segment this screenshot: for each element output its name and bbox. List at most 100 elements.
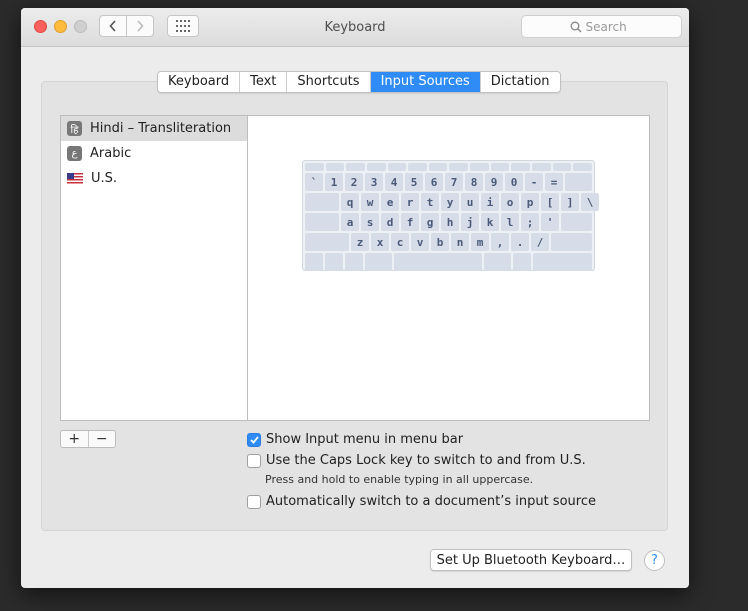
key: r [401,193,419,211]
us-flag-icon [67,173,83,184]
modifier-key-row [305,253,592,271]
show-input-menu-checkbox[interactable] [247,432,261,447]
space-bar [394,253,482,271]
tab-dictation[interactable]: Dictation [481,72,560,92]
preferences-window: Keyboard Keyboard Text Shortcuts Input S… [21,8,689,588]
key: f [401,213,419,231]
key: g [421,213,439,231]
list-item-label: Hindi – Transliteration [90,121,232,136]
key: - [525,173,543,191]
tab-shortcuts[interactable]: Shortcuts [287,72,371,92]
key: n [451,233,469,251]
show-input-menu-option[interactable]: Show Input menu in menu bar [247,432,463,447]
key: 3 [365,173,383,191]
search-icon [570,21,581,32]
key: 5 [405,173,423,191]
right-shift-key [551,233,592,251]
command-key [365,253,392,271]
key: i [481,193,499,211]
key: b [431,233,449,251]
hindi-script-icon: हि [67,121,82,136]
key: k [481,213,499,231]
key: a [341,213,359,231]
key: [ [541,193,559,211]
key: q [341,193,359,211]
key: 2 [345,173,363,191]
number-key-row: ` 1 2 3 4 5 6 7 8 9 0 - = [305,173,592,191]
key: 8 [465,173,483,191]
caps-lock-hint: Press and hold to enable typing in all u… [265,473,534,486]
key: ' [541,213,559,231]
show-input-menu-label: Show Input menu in menu bar [266,432,464,447]
key: ] [561,193,579,211]
list-item[interactable]: U.S. [61,166,247,191]
input-source-list[interactable]: हि Hindi – Transliteration ع Arabic U.S. [60,115,248,421]
auto-switch-label: Automatically switch to a document’s inp… [266,494,596,509]
checkmark-icon [249,435,259,444]
home-letter-row: a s d f g h j k l ; ' [305,213,592,231]
delete-key [565,173,592,191]
title-bar: Keyboard [21,8,689,47]
key: e [381,193,399,211]
help-button[interactable]: ? [644,550,665,571]
caps-lock-checkbox[interactable] [247,453,261,468]
option-key [345,253,363,271]
key: ; [521,213,539,231]
key: 1 [325,173,343,191]
key: 6 [425,173,443,191]
arrow-keys [533,253,592,271]
list-item[interactable]: ع Arabic [61,141,247,166]
caps-lock-option[interactable]: Use the Caps Lock key to switch to and f… [247,453,586,468]
tab-input-sources[interactable]: Input Sources [370,72,481,92]
key: \ [581,193,599,211]
key: 0 [505,173,523,191]
key: 9 [485,173,503,191]
key: o [501,193,519,211]
remove-source-button[interactable]: − [89,431,116,447]
command-key [484,253,511,271]
fn-key [305,253,323,271]
key: 7 [445,173,463,191]
key: 4 [385,173,403,191]
add-source-button[interactable]: + [61,431,89,447]
key: u [461,193,479,211]
arabic-script-icon: ع [67,146,82,161]
key: x [371,233,389,251]
key: j [461,213,479,231]
caps-lock-label: Use the Caps Lock key to switch to and f… [266,453,586,468]
search-field[interactable] [521,15,682,38]
key: t [421,193,439,211]
key: m [471,233,489,251]
key: = [545,173,563,191]
set-up-bluetooth-keyboard-button[interactable]: Set Up Bluetooth Keyboard… [430,549,632,571]
key: d [381,213,399,231]
list-item[interactable]: हि Hindi – Transliteration [61,116,247,141]
key: / [531,233,549,251]
left-shift-key [305,233,349,251]
list-add-remove-control: + − [60,430,116,448]
bottom-letter-row: z x c v b n m , . / [305,233,592,251]
key: w [361,193,379,211]
option-key [513,253,531,271]
tab-keyboard[interactable]: Keyboard [158,72,241,92]
key: , [491,233,509,251]
key: p [521,193,539,211]
caps-lock-key [305,213,339,231]
top-letter-row: q w e r t y u i o p [ ] \ [305,193,599,211]
auto-switch-checkbox[interactable] [247,494,261,509]
key: . [511,233,529,251]
key: ` [305,173,323,191]
list-item-label: Arabic [90,146,132,161]
control-key [325,253,343,271]
auto-switch-option[interactable]: Automatically switch to a document’s inp… [247,494,596,509]
tab-text[interactable]: Text [240,72,288,92]
tab-key [305,193,339,211]
key: c [391,233,409,251]
key: s [361,213,379,231]
key: h [441,213,459,231]
search-input[interactable] [585,19,634,34]
key: z [351,233,369,251]
keyboard-layout-preview: ` 1 2 3 4 5 6 7 8 9 0 - = q w e r t y u … [302,160,599,271]
tab-bar: Keyboard Text Shortcuts Input Sources Di… [157,71,561,93]
function-key-row [305,163,592,171]
